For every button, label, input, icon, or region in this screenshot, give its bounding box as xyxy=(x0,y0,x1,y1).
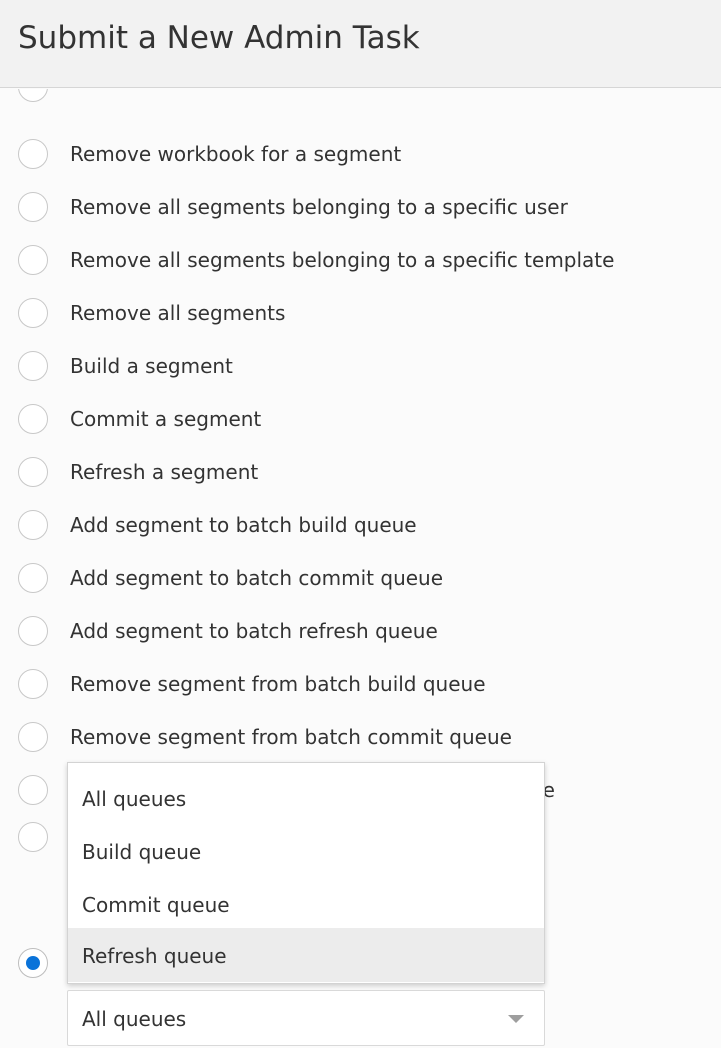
radio-button[interactable] xyxy=(18,669,48,699)
radio-button[interactable] xyxy=(18,298,48,328)
radio-option-remove-build-queue[interactable]: Remove segment from batch build queue xyxy=(18,666,718,702)
queue-select[interactable]: All queues xyxy=(67,990,545,1046)
radio-label: Remove all segments belonging to a speci… xyxy=(70,195,568,219)
dropdown-option-all-queues[interactable]: All queues xyxy=(68,771,544,825)
radio-button[interactable] xyxy=(18,139,48,169)
radio-option-remove-all-segments[interactable]: Remove all segments xyxy=(18,295,718,331)
radio-button[interactable] xyxy=(18,245,48,275)
radio-option-add-build-queue[interactable]: Add segment to batch build queue xyxy=(18,507,718,543)
radio-option-remove-commit-queue[interactable]: Remove segment from batch commit queue xyxy=(18,719,718,755)
radio-label: Remove all segments belonging to a speci… xyxy=(70,248,615,272)
radio-label: Refresh a segment xyxy=(70,460,259,484)
dropdown-option-build-queue[interactable]: Build queue xyxy=(68,824,544,878)
dropdown-option-label: Build queue xyxy=(82,840,202,864)
radio-button[interactable] xyxy=(18,722,48,752)
radio-option-commit-segment[interactable]: Commit a segment xyxy=(18,401,718,437)
queue-dropdown-menu: All queues Build queue Commit queue Refr… xyxy=(67,762,545,984)
radio-label: Add segment to batch commit queue xyxy=(70,566,444,590)
page-header: Submit a New Admin Task xyxy=(0,0,721,88)
radio-option-add-commit-queue[interactable]: Add segment to batch commit queue xyxy=(18,560,718,596)
radio-button[interactable] xyxy=(18,192,48,222)
radio-button[interactable] xyxy=(18,89,48,102)
radio-option-partial[interactable] xyxy=(18,89,718,105)
radio-option-add-refresh-queue[interactable]: Add segment to batch refresh queue xyxy=(18,613,718,649)
radio-button[interactable] xyxy=(18,563,48,593)
radio-label: Build a segment xyxy=(70,354,233,378)
radio-button[interactable] xyxy=(18,822,48,852)
dropdown-option-label: All queues xyxy=(82,787,187,811)
radio-option-refresh-segment[interactable]: Refresh a segment xyxy=(18,454,718,490)
radio-option-remove-template-segments[interactable]: Remove all segments belonging to a speci… xyxy=(18,242,718,278)
chevron-down-icon[interactable] xyxy=(508,1015,524,1023)
radio-button[interactable] xyxy=(18,510,48,540)
radio-button[interactable] xyxy=(18,616,48,646)
radio-button[interactable] xyxy=(18,775,48,805)
radio-label: Remove segment from batch commit queue xyxy=(70,725,512,749)
radio-label: Add segment to batch refresh queue xyxy=(70,619,438,643)
radio-label: Remove segment from batch build queue xyxy=(70,672,486,696)
radio-option-build-segment[interactable]: Build a segment xyxy=(18,348,718,384)
dropdown-option-commit-queue[interactable]: Commit queue xyxy=(68,877,544,931)
admin-task-page: Submit a New Admin Task Remove workbook … xyxy=(0,0,721,1048)
radio-label: Remove all segments xyxy=(70,301,286,325)
radio-button[interactable] xyxy=(18,404,48,434)
dropdown-option-label: Refresh queue xyxy=(82,944,227,968)
radio-button[interactable] xyxy=(18,457,48,487)
radio-option-remove-user-segments[interactable]: Remove all segments belonging to a speci… xyxy=(18,189,718,225)
page-title: Submit a New Admin Task xyxy=(18,20,420,56)
radio-option-remove-workbook[interactable]: Remove workbook for a segment xyxy=(18,136,718,172)
dropdown-option-label: Commit queue xyxy=(82,893,230,917)
radio-button[interactable] xyxy=(18,351,48,381)
queue-select-value: All queues xyxy=(82,1007,187,1031)
radio-label: Add segment to batch build queue xyxy=(70,513,417,537)
dropdown-option-refresh-queue[interactable]: Refresh queue xyxy=(68,928,544,982)
radio-selected-dot xyxy=(26,956,40,970)
radio-label: Commit a segment xyxy=(70,407,262,431)
radio-button[interactable] xyxy=(18,948,48,978)
radio-label: Remove workbook for a segment xyxy=(70,142,402,166)
